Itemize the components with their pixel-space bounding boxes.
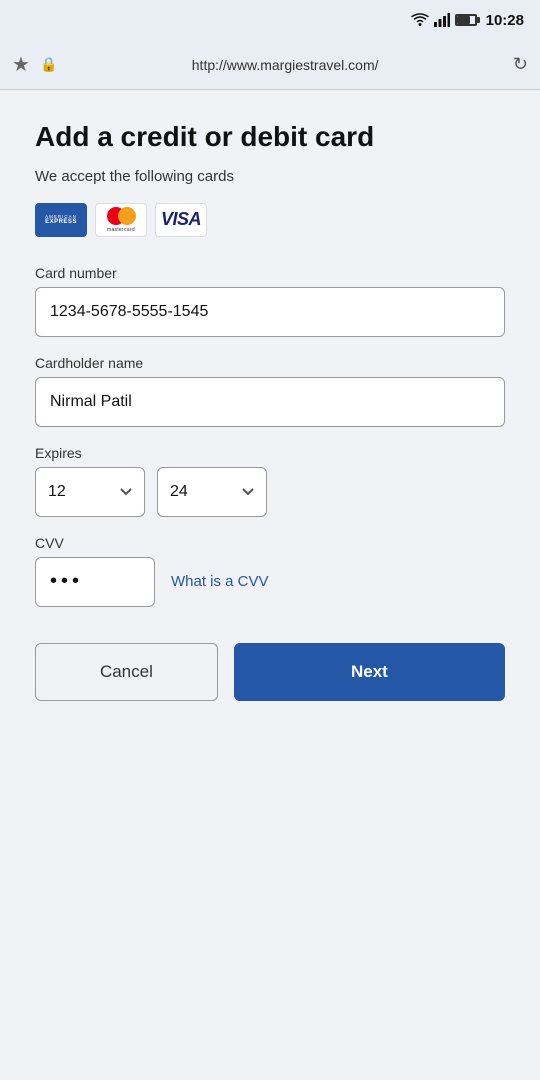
lock-icon: 🔒 xyxy=(40,56,57,73)
bottom-area xyxy=(0,1000,540,1080)
cvv-group: CVV What is a CVV xyxy=(35,535,505,607)
card-number-input[interactable] xyxy=(35,287,505,337)
card-number-label: Card number xyxy=(35,265,505,281)
expires-label: Expires xyxy=(35,445,505,461)
signal-icon xyxy=(434,13,450,27)
browser-bar: ★ 🔒 http://www.margiestravel.com/ ↻ xyxy=(0,40,540,90)
mastercard-logo: mastercard xyxy=(95,203,147,237)
cardholder-input[interactable] xyxy=(35,377,505,427)
cardholder-group: Cardholder name xyxy=(35,355,505,427)
cancel-button[interactable]: Cancel xyxy=(35,643,218,701)
url-bar[interactable]: http://www.margiestravel.com/ xyxy=(67,57,503,73)
battery-icon xyxy=(455,14,477,26)
expires-month-select[interactable]: 01 02 03 04 05 06 07 08 09 10 11 12 xyxy=(35,467,145,517)
visa-logo: VISA xyxy=(155,203,207,237)
main-content: Add a credit or debit card We accept the… xyxy=(0,90,540,1000)
cvv-row: What is a CVV xyxy=(35,557,505,607)
expires-group: Expires 01 02 03 04 05 06 07 08 09 10 11… xyxy=(35,445,505,517)
card-logos: AMERICAN EXPRESS mastercard VISA xyxy=(35,203,505,237)
expires-year-select[interactable]: 24 25 26 27 28 29 30 xyxy=(157,467,267,517)
subtitle: We accept the following cards xyxy=(35,168,505,185)
cvv-help-link[interactable]: What is a CVV xyxy=(171,573,269,590)
refresh-icon[interactable]: ↻ xyxy=(513,54,528,75)
cvv-input[interactable] xyxy=(35,557,155,607)
page-title: Add a credit or debit card xyxy=(35,120,505,154)
wifi-icon xyxy=(411,13,429,27)
status-bar: 10:28 xyxy=(0,0,540,40)
bookmark-icon[interactable]: ★ xyxy=(12,52,30,77)
amex-logo: AMERICAN EXPRESS xyxy=(35,203,87,237)
next-button[interactable]: Next xyxy=(234,643,505,701)
status-time: 10:28 xyxy=(486,12,524,29)
card-number-group: Card number xyxy=(35,265,505,337)
button-row: Cancel Next xyxy=(35,643,505,701)
cardholder-label: Cardholder name xyxy=(35,355,505,371)
cvv-label: CVV xyxy=(35,535,505,551)
status-icons: 10:28 xyxy=(411,12,524,29)
expires-row: 01 02 03 04 05 06 07 08 09 10 11 12 24 2… xyxy=(35,467,505,517)
